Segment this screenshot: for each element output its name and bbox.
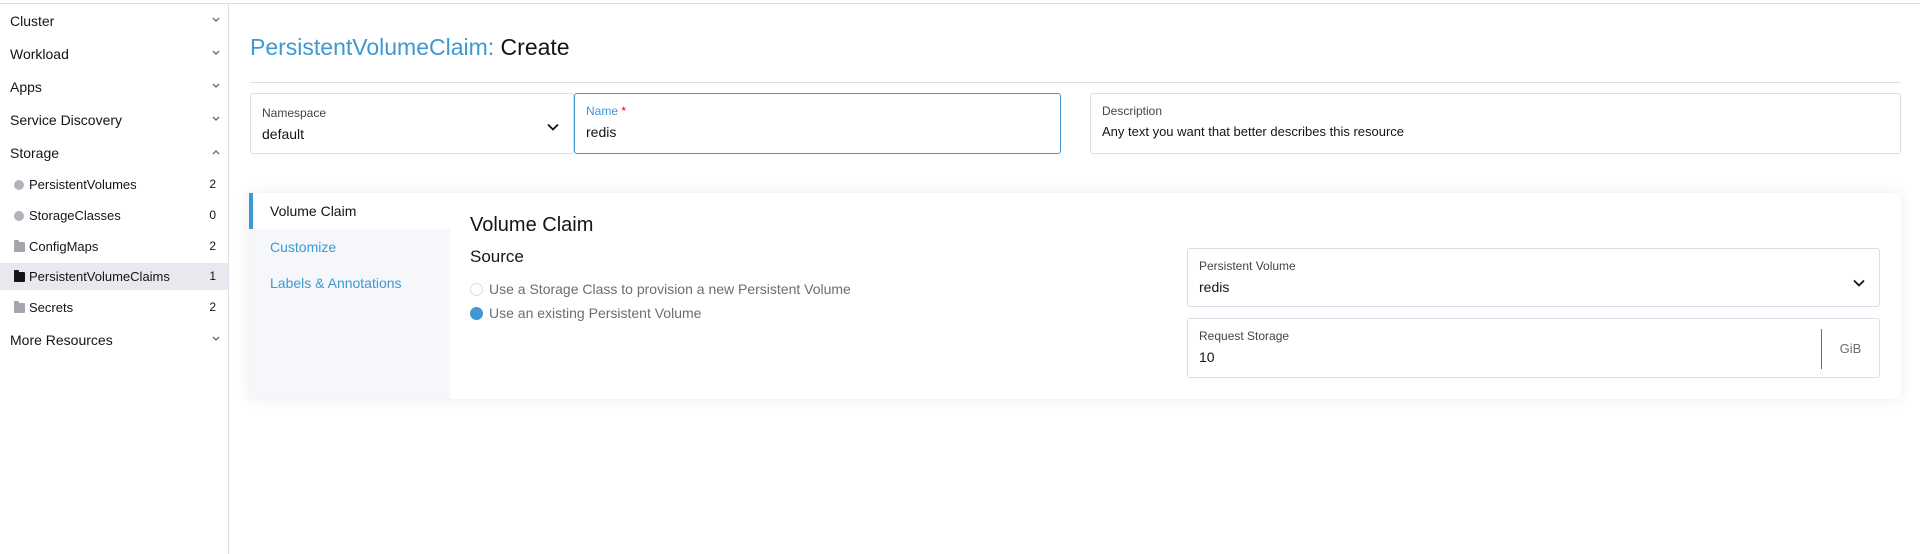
sidebar-item-count: 2 [209,177,216,191]
namespace-label: Namespace [262,106,327,120]
folder-icon [14,301,25,313]
folder-icon [14,240,25,252]
page-title: PersistentVolumeClaim: Create [250,34,570,61]
nav-group-apps[interactable]: Apps [10,74,220,100]
sidebar-item-label: PersistentVolumeClaims [29,269,170,284]
description-placeholder: Any text you want that better describes … [1102,124,1405,139]
nav-group-label: Service Discovery [10,112,123,128]
nav-group-storage[interactable]: Storage [10,140,220,166]
tab-labels-annotations[interactable]: Labels & Annotations [249,265,450,301]
sidebar-item-label: ConfigMaps [29,239,99,254]
persistent-volume-select[interactable]: Persistent Volume redis [1187,248,1880,307]
description-field[interactable]: Description Any text you want that bette… [1090,93,1901,154]
sidebar-item-label: PersistentVolumes [29,177,137,192]
circle-icon [14,180,24,190]
title-divider [250,82,1900,83]
request-storage-field[interactable]: Request Storage 10 GiB [1187,318,1880,378]
name-value: redis [586,124,617,140]
nav-group-label: Workload [10,46,69,62]
circle-icon [14,211,24,221]
name-field[interactable]: Name * redis [574,93,1061,154]
name-label: Name * [586,104,626,118]
nav-group-label: Storage [10,145,60,161]
request-storage-label: Request Storage [1199,329,1290,343]
sidebar-item-persistentvolumeclaims[interactable]: PersistentVolumeClaims 1 [0,263,228,290]
chevron-down-icon [547,118,559,136]
top-border [0,0,1920,4]
chevron-down-icon [212,74,220,89]
chevron-down-icon [212,41,220,56]
storage-unit-suffix: GiB [1821,329,1879,369]
radio-checked-icon [470,307,483,320]
sidebar-item-storageclasses[interactable]: StorageClasses 0 [0,202,228,229]
sidebar-item-count: 2 [209,300,216,314]
radio-unchecked-icon [470,283,483,296]
section-title: Volume Claim [470,214,594,236]
tab-list: Volume Claim Customize Labels & Annotati… [249,193,450,399]
chevron-down-icon [212,327,220,342]
nav-group-workload[interactable]: Workload [10,41,220,67]
source-title: Source [470,247,524,266]
required-mark: * [621,104,627,118]
chevron-down-icon [212,107,220,122]
sidebar-item-configmaps[interactable]: ConfigMaps 2 [0,233,228,260]
resource-type-link[interactable]: PersistentVolumeClaim: [250,34,494,60]
nav-group-service-discovery[interactable]: Service Discovery [10,107,220,133]
nav-group-cluster[interactable]: Cluster [10,8,220,34]
folder-icon [14,270,25,282]
sidebar-item-persistentvolumes[interactable]: PersistentVolumes 2 [0,171,228,198]
namespace-value: default [262,126,305,142]
nav-group-label: Apps [10,79,42,95]
sidebar-item-count: 1 [209,269,216,283]
tab-volume-claim[interactable]: Volume Claim [249,193,450,229]
chevron-down-icon [212,8,220,23]
chevron-down-icon [1853,274,1865,292]
chevron-up-icon [212,140,220,155]
page-action: Create [500,34,570,60]
sidebar-item-label: StorageClasses [29,208,121,223]
sidebar-item-label: Secrets [29,300,74,315]
description-label: Description [1102,104,1163,118]
nav-group-label: Cluster [10,13,55,29]
radio-label: Use an existing Persistent Volume [489,305,702,321]
nav-group-more-resources[interactable]: More Resources [10,327,220,353]
sidebar-item-count: 0 [209,208,216,222]
tab-customize[interactable]: Customize [249,229,450,265]
name-label-text: Name [586,104,619,118]
persistent-volume-label: Persistent Volume [1199,259,1296,273]
sidebar: Cluster Workload Apps Service Discovery … [0,4,229,554]
request-storage-value: 10 [1199,349,1215,365]
persistent-volume-value: redis [1199,279,1230,295]
radio-label: Use a Storage Class to provision a new P… [489,281,851,297]
sidebar-item-secrets[interactable]: Secrets 2 [0,294,228,321]
namespace-select[interactable]: Namespace default [250,93,574,154]
nav-group-label: More Resources [10,332,113,348]
sidebar-item-count: 2 [209,239,216,253]
